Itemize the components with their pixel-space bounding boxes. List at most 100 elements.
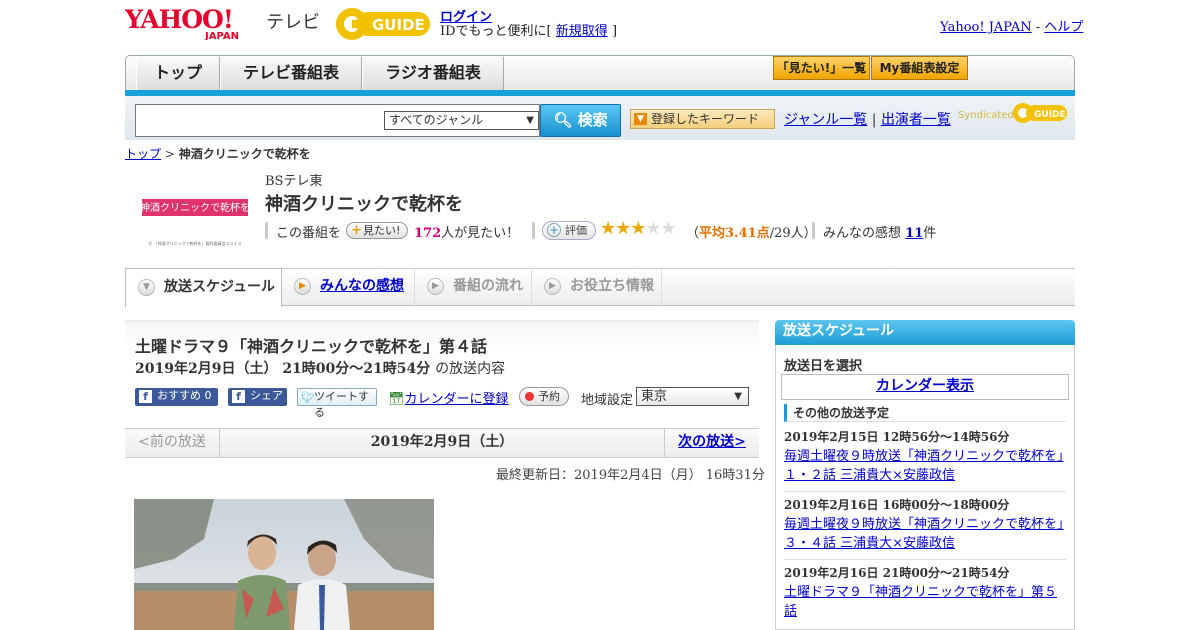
search-links-divider: | — [871, 112, 877, 128]
facebook-recommend-button[interactable]: f おすすめ 0 — [135, 388, 218, 406]
tab-schedule-label: 放送スケジュール — [164, 279, 276, 295]
tweet-label: ツイートする — [314, 390, 369, 419]
thumbnail-caption-text: © 「神酒クリニックで乾杯を」製作委員会２０１９ — [148, 240, 241, 246]
plus-circle-icon: + — [547, 223, 561, 237]
breadcrumb-sep: > — [164, 147, 175, 161]
play-icon: ▶ — [544, 278, 561, 295]
search-button[interactable]: 🔍︎ 検索 — [540, 104, 621, 137]
gguide-small-logo: GUIDE — [1012, 101, 1068, 125]
breadcrumb: トップ > 神酒クリニックで乾杯を — [125, 145, 311, 162]
play-icon: ▶ — [294, 278, 311, 295]
info-divider — [532, 222, 535, 239]
tv-logo-text: テレビ — [266, 12, 320, 33]
rating-stars: ★★★★★ — [600, 218, 677, 239]
svg-text:JAPAN: JAPAN — [204, 31, 239, 40]
episode-photo — [134, 499, 434, 630]
record-icon — [525, 392, 534, 401]
impressions-label: みんなの感想 — [823, 226, 902, 241]
rating-prefix: （ — [686, 226, 700, 241]
impressions-count-link[interactable]: 11 — [905, 226, 923, 241]
header-sep: - — [1035, 20, 1041, 35]
calendar-view-link[interactable]: カレンダー表示 — [781, 374, 1069, 400]
rating-text: （平均3.41点/29人） — [686, 222, 817, 241]
tab-comments-label: みんなの感想 — [320, 278, 404, 294]
tab-comments[interactable]: ▶ みんなの感想 — [282, 268, 415, 306]
genre-list-link[interactable]: ジャンル一覧 — [784, 112, 867, 128]
share-label: シェア — [250, 389, 283, 402]
select-day-label: 放送日を選択 — [784, 359, 863, 374]
breadcrumb-top-link[interactable]: トップ — [125, 147, 161, 161]
my-schedule-button[interactable]: My番組表設定 — [871, 56, 968, 80]
search-icon: 🔍︎ — [553, 111, 573, 129]
mitai-count-text: 172人が見たい！ — [414, 222, 519, 241]
signup-link[interactable]: 新規取得 — [556, 24, 608, 39]
tab-tv-schedule[interactable]: テレビ番組表 — [220, 57, 362, 91]
tab-flow-label: 番組の流れ — [453, 278, 523, 294]
yahoo-japan-logo[interactable]: YAHOO! JAPAN — [124, 5, 261, 42]
episode-date-suffix: の放送内容 — [435, 361, 506, 377]
recommend-label: おすすめ 0 — [157, 389, 212, 402]
facebook-icon: f — [232, 390, 245, 403]
add-to-calendar-link[interactable]: カレンダーに登録 — [405, 392, 509, 407]
thumbnail-title-text: 神酒クリニックで乾杯を — [140, 201, 250, 214]
evaluate-button[interactable]: + 評価 — [542, 221, 596, 240]
episode-date: 2019年2月9日（土） 21時00分～21時54分 の放送内容 — [135, 358, 505, 378]
genre-select[interactable]: すべてのジャンル ▼ — [384, 111, 539, 130]
pager-date: 2019年2月9日（土） — [370, 434, 514, 450]
region-select-value: 東京 — [641, 389, 668, 404]
prev-broadcast-link[interactable]: <前の放送 — [125, 428, 220, 458]
yahoo-japan-link[interactable]: Yahoo! JAPAN — [940, 20, 1032, 35]
chevron-down-icon: ▼ — [526, 115, 534, 126]
schedule-item: 2019年2月16日 16時00分～18時00分 毎週土曜夜９時放送「神酒クリニ… — [784, 496, 1066, 560]
tab-top[interactable]: トップ — [136, 57, 220, 91]
chevron-down-icon: ▼ — [734, 391, 742, 402]
evaluate-button-label: 評価 — [565, 224, 587, 237]
schedule-link[interactable]: 毎週土曜夜９時放送「神酒クリニックで乾杯を」３・４話 三浦貴大×安藤政信 — [784, 515, 1066, 553]
schedule-time: 2019年2月16日 21時00分～21時54分 — [784, 566, 1010, 580]
syndicated-label: Syndicated — [958, 110, 1014, 121]
twitter-icon: 🐦︎ — [301, 391, 315, 404]
mitai-list-button[interactable]: 「見たい!」一覧 — [773, 56, 870, 80]
facebook-share-button[interactable]: f シェア — [228, 388, 287, 406]
calendar-plus-icon: 📅︎ — [388, 392, 405, 407]
tab-info[interactable]: ▶ お役立ち情報 — [532, 268, 662, 306]
search-button-label: 検索 — [577, 111, 608, 129]
header-links: Yahoo! JAPAN - ヘルプ — [940, 16, 1083, 35]
schedule-time: 2019年2月16日 16時00分～18時00分 — [784, 498, 1010, 512]
program-title: 神酒クリニックで乾杯を — [265, 194, 463, 215]
region-label: 地域設定 — [581, 393, 634, 408]
triangle-down-icon: ▼ — [634, 113, 647, 125]
cast-list-link[interactable]: 出演者一覧 — [881, 112, 951, 128]
registered-keywords-label: 登録したキーワード — [651, 112, 760, 126]
schedule-item: 2019年2月16日 21時00分～21時54分 土曜ドラマ９「神酒クリニックで… — [784, 564, 1066, 627]
mitai-suffix: 人が見たい！ — [441, 226, 520, 241]
episode-date-text: 2019年2月9日（土） 21時00分～21時54分 — [135, 361, 431, 377]
login-prompt-text: IDでもっと便利に[ — [440, 24, 552, 39]
next-broadcast-link[interactable]: 次の放送> — [664, 428, 759, 458]
tab-radio-schedule[interactable]: ラジオ番組表 — [362, 57, 504, 91]
info-divider — [265, 222, 268, 239]
schedule-time: 2019年2月15日 12時56分～14時56分 — [784, 430, 1010, 444]
tab-schedule[interactable]: ▼ 放送スケジュール — [125, 268, 282, 307]
svg-text:GUIDE: GUIDE — [372, 16, 425, 34]
impressions-text: みんなの感想 11件 — [823, 222, 936, 241]
registered-keywords-button[interactable]: ▼ 登録したキーワード — [630, 109, 775, 129]
reserve-label: 予約 — [538, 390, 560, 403]
schedule-link[interactable]: 土曜ドラマ９「神酒クリニックで乾杯を」第５話 — [784, 583, 1066, 621]
play-icon: ▶ — [427, 278, 444, 295]
schedule-item: 2019年2月15日 12時56分～14時56分 毎週土曜夜９時放送「神酒クリニ… — [784, 428, 1066, 492]
episode-title: 土曜ドラマ９「神酒クリニックで乾杯を」第４話 — [135, 337, 488, 356]
region-select[interactable]: 東京 ▼ — [636, 387, 749, 406]
last-updated: 最終更新日：2019年2月4日（月） 16時31分 — [496, 468, 765, 483]
tab-flow[interactable]: ▶ 番組の流れ — [415, 268, 532, 306]
program-thumbnail[interactable]: 神酒クリニックで乾杯を © 「神酒クリニックで乾杯を」製作委員会２０１９ — [136, 170, 256, 250]
tweet-button[interactable]: 🐦︎ ツイートする — [297, 388, 377, 419]
sidebar-schedule-header: 放送スケジュール — [775, 320, 1075, 345]
help-link[interactable]: ヘルプ — [1044, 20, 1083, 35]
impressions-suffix: 件 — [923, 226, 937, 241]
reserve-button[interactable]: 予約 — [519, 387, 569, 406]
schedule-link[interactable]: 毎週土曜夜９時放送「神酒クリニックで乾杯を」１・２話 三浦貴大×安藤政信 — [784, 447, 1066, 485]
mitai-button[interactable]: + 見たい! — [346, 222, 408, 239]
add-to-calendar[interactable]: 📅︎カレンダーに登録 — [388, 388, 509, 407]
gguide-logo: GUIDE — [334, 6, 434, 42]
